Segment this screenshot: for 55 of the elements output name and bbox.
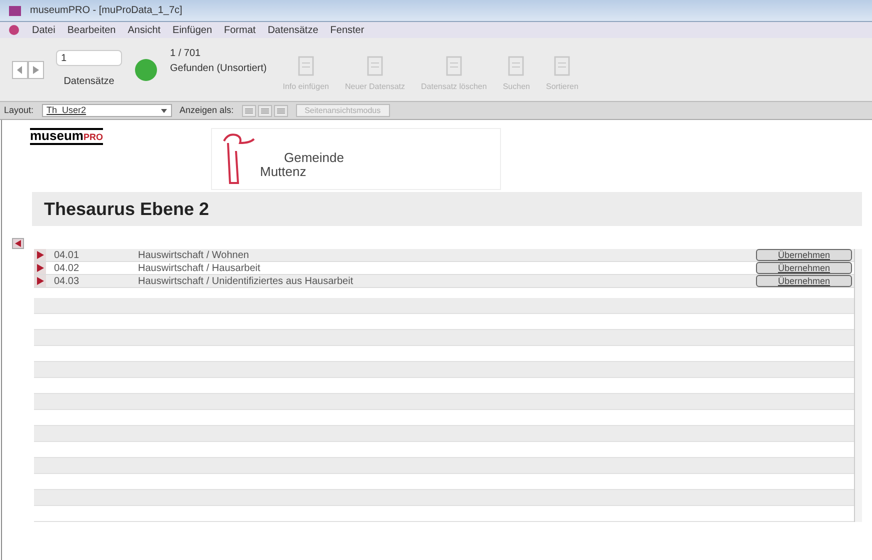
app-icon	[8, 4, 22, 18]
found-status: Gefunden (Unsortiert)	[170, 62, 267, 76]
name-cell-text: Hauswirtschaft / Unidentifiziertes aus Hausarbeit	[138, 274, 354, 288]
status-circle-icon	[134, 58, 158, 82]
scrollbar[interactable]	[854, 249, 862, 522]
logo-text: Muttenz	[260, 165, 308, 179]
previous-button[interactable]	[12, 60, 28, 78]
table-row[interactable]: 04.02 Hauswirtschaft / Hausarbeit Übernehmen	[34, 262, 854, 275]
apply-button[interactable]: Übernehmen	[756, 262, 852, 274]
record-field[interactable]: 1	[56, 50, 122, 66]
record-label: Datensätze	[64, 75, 114, 89]
code-cell-text: 04.02	[53, 262, 80, 276]
code-cell-text: 04.01	[53, 248, 80, 262]
menu-item[interactable]: Bearbeiten	[67, 22, 116, 38]
record-count: 1 / 701	[170, 47, 202, 61]
page-title: Thesaurus Ebene 2	[44, 198, 210, 220]
apply-button[interactable]: Übernehmen	[756, 249, 852, 261]
menu-item[interactable]: Einfügen	[172, 22, 212, 38]
name-cell-text: Hauswirtschaft / Wohnen	[138, 248, 250, 262]
logo-text: Gemeinde	[282, 151, 344, 165]
expand-button[interactable]	[34, 249, 46, 261]
view-mode-button[interactable]	[242, 104, 256, 116]
list-icon	[244, 108, 253, 114]
expand-button[interactable]	[34, 262, 46, 274]
back-button[interactable]	[12, 238, 24, 249]
document-icon	[444, 55, 464, 77]
view-label: Anzeigen als:	[180, 104, 234, 117]
table-row[interactable]: 04.01 Hauswirtschaft / Wohnen Übernehmen	[34, 249, 854, 262]
left-arrow-icon	[17, 66, 23, 74]
document-icon	[365, 55, 385, 77]
apply-button[interactable]: Übernehmen	[756, 275, 852, 287]
caret-icon	[160, 108, 167, 112]
layout-label: Layout:	[4, 104, 34, 117]
left-arrow-icon	[15, 240, 21, 247]
menu-item[interactable]: Datei	[32, 22, 56, 38]
document-icon	[506, 55, 526, 77]
view-mode-button[interactable]	[258, 104, 272, 116]
window-title: museumPRO - [muProData_1_7c]	[30, 4, 182, 18]
document-icon	[296, 55, 316, 77]
menu-item[interactable]: Fenster	[330, 22, 364, 38]
document-icon	[552, 55, 572, 77]
menu-item[interactable]: Datensätze	[268, 22, 318, 38]
right-arrow-icon	[33, 66, 39, 74]
menu-item[interactable]: Ansicht	[128, 22, 161, 38]
museumpro-logo: museumPRO	[30, 128, 103, 145]
name-cell-text: Hauswirtschaft / Hausarbeit	[138, 262, 262, 276]
code-cell-text: 04.03	[53, 274, 80, 288]
view-mode-button[interactable]	[274, 104, 288, 116]
table-row[interactable]: 04.03 Hauswirtschaft / Unidentifiziertes aus Hausarbeit Übernehmen	[34, 275, 854, 288]
expand-button[interactable]	[34, 275, 46, 287]
menu-item[interactable]: Format	[224, 22, 256, 38]
layout-dropdown[interactable]: Th_User2	[42, 104, 172, 117]
list-icon	[276, 108, 285, 114]
list-icon	[260, 108, 269, 114]
next-button[interactable]	[28, 60, 44, 78]
